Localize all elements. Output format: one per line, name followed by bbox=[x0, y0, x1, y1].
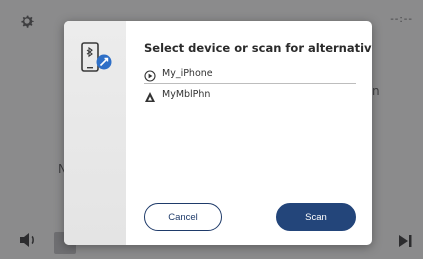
device-item-mymblphn[interactable]: MyMblPhn bbox=[144, 84, 356, 104]
volume-icon[interactable] bbox=[18, 232, 38, 248]
head-unit-screen: --:-- N n Select device or scan for alte… bbox=[0, 0, 423, 259]
background-label: n bbox=[372, 84, 380, 98]
dialog-title: Select device or scan for alternatives bbox=[144, 41, 372, 55]
gear-icon[interactable] bbox=[18, 12, 36, 30]
device-label: MyMblPhn bbox=[162, 88, 211, 100]
device-select-dialog: Select device or scan for alternatives M… bbox=[64, 21, 372, 245]
skip-next-icon[interactable] bbox=[397, 233, 413, 249]
play-circle-icon bbox=[144, 67, 156, 82]
dialog-sidebar bbox=[64, 21, 126, 245]
device-label: My_iPhone bbox=[162, 67, 213, 79]
cancel-button[interactable]: Cancel bbox=[144, 203, 222, 231]
device-item-my-iphone[interactable]: My_iPhone bbox=[144, 63, 356, 84]
phone-bluetooth-icon bbox=[80, 41, 114, 77]
device-list: My_iPhone MyMblPhn bbox=[144, 63, 356, 104]
android-icon bbox=[144, 88, 156, 102]
scan-button[interactable]: Scan bbox=[276, 203, 356, 231]
clock-text: --:-- bbox=[390, 14, 413, 25]
